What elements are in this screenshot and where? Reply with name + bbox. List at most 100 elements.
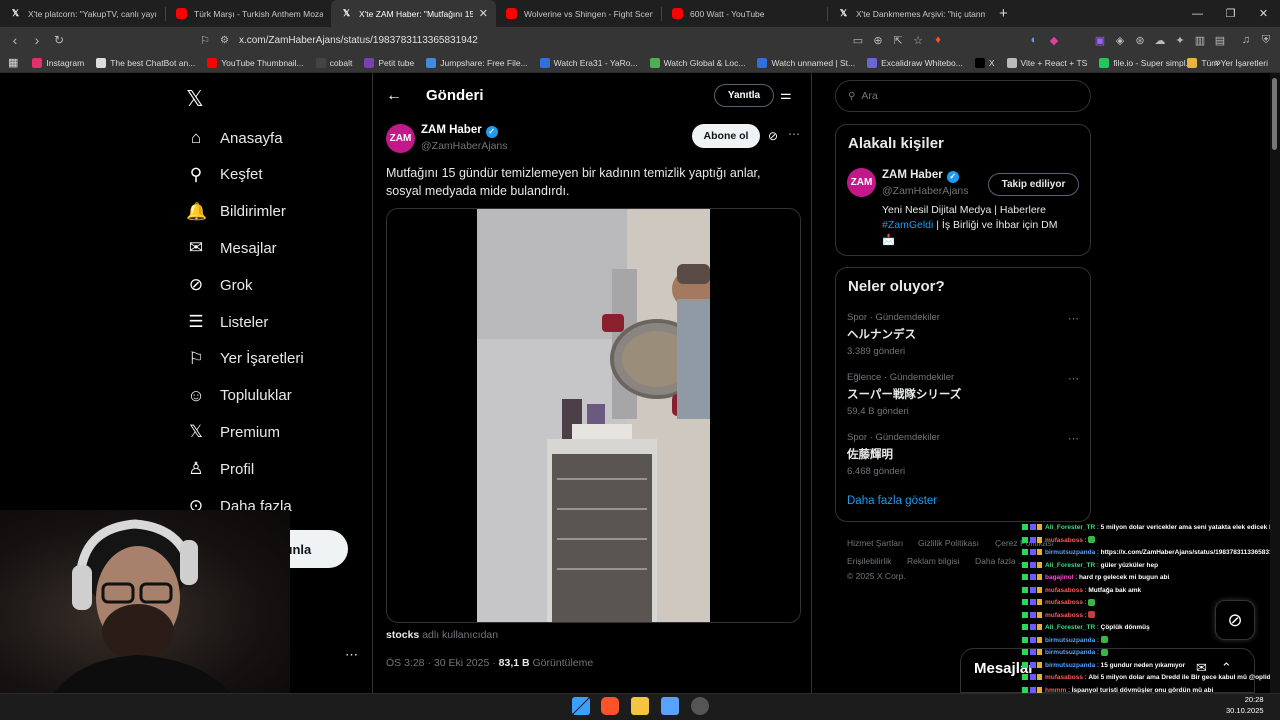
extension-icon[interactable]: ☁ bbox=[1150, 34, 1170, 47]
bookmark-item[interactable]: Petit tube bbox=[364, 57, 414, 68]
video-frame[interactable] bbox=[477, 209, 710, 622]
bookmark-item[interactable]: Excalidraw Whitebo... bbox=[867, 57, 963, 68]
extension-icon[interactable]: ⊛ bbox=[1130, 34, 1150, 47]
account-more-icon[interactable]: ⋯ bbox=[345, 647, 358, 663]
extension-icon[interactable]: ▣ bbox=[1090, 34, 1110, 47]
start-icon[interactable] bbox=[572, 697, 590, 715]
scrollbar-thumb[interactable] bbox=[1272, 78, 1277, 150]
grok-icon[interactable]: ⊘ bbox=[768, 129, 778, 143]
address-bar[interactable]: ⚙ x.com/ZamHaberAjans/status/19837831133… bbox=[220, 29, 940, 51]
brave-shield-icon[interactable]: ♦ bbox=[928, 34, 948, 46]
author-handle[interactable]: @ZamHaberAjans bbox=[421, 140, 508, 152]
back-arrow-icon[interactable]: ← bbox=[386, 87, 402, 105]
forward-icon[interactable]: › bbox=[26, 32, 48, 48]
sidebar-item-grok[interactable]: ⊘ Grok bbox=[186, 275, 253, 295]
back-icon[interactable]: ‹ bbox=[4, 32, 26, 48]
bookmark-item[interactable]: cobalt bbox=[315, 57, 352, 68]
app-taskbar-icon[interactable] bbox=[661, 697, 679, 715]
bookmark-item[interactable]: Vite + React + TS bbox=[1006, 57, 1087, 68]
vpn-icon[interactable]: ⛨ bbox=[1256, 34, 1276, 47]
sidebar-item-listeler[interactable]: ☰ Listeler bbox=[186, 312, 268, 332]
more-options-icon[interactable]: ⋯ bbox=[788, 127, 800, 141]
extension-icon[interactable]: ◐ bbox=[1024, 34, 1044, 46]
trend-item[interactable]: Eğlence · Gündemdekiler スーパー戦隊シリーズ 59,4 B … bbox=[847, 372, 1079, 417]
bookmark-item[interactable]: Watch Global & Loc... bbox=[649, 57, 745, 68]
browser-tab[interactable]: 600 Watt - YouTube bbox=[662, 0, 827, 27]
extensions-icon[interactable]: ✦ bbox=[1170, 34, 1190, 47]
trend-item[interactable]: Spor · Gündemdekiler ヘルナンデス 3.389 gönderi ⋯ bbox=[847, 312, 1079, 357]
post-video[interactable] bbox=[386, 208, 801, 623]
wallet-icon[interactable]: ▤ bbox=[1210, 34, 1230, 47]
obs-icon[interactable] bbox=[691, 697, 709, 715]
sidebar-item-topluluklar[interactable]: ☺ Topluluklar bbox=[186, 386, 291, 406]
x-logo-icon[interactable]: 𝕏 bbox=[186, 86, 204, 112]
all-bookmarks-folder[interactable]: Tüm Yer İşaretleri bbox=[1187, 57, 1268, 68]
footer-link[interactable]: Erişilebilirlik bbox=[847, 556, 891, 566]
bookmark-item[interactable]: X bbox=[974, 57, 995, 68]
show-more-link[interactable]: Daha fazla göster bbox=[847, 495, 937, 507]
hashtag-link[interactable]: #ZamGeldi bbox=[882, 219, 933, 231]
footer-link[interactable]: © 2025 X Corp. bbox=[847, 571, 906, 581]
trend-item[interactable]: Spor · Gündemdekiler 佐藤輝明 6.468 gönderi ⋯ bbox=[847, 432, 1079, 477]
zoom-icon[interactable]: ⊕ bbox=[868, 34, 888, 47]
related-avatar[interactable]: ZAM bbox=[847, 168, 876, 197]
bookmark-item[interactable]: file.io - Super simpl... bbox=[1099, 57, 1193, 68]
sidebar-item-yer-i-şaretleri[interactable]: ⚐ Yer İşaretleri bbox=[186, 349, 303, 369]
extension-icon[interactable]: ◈ bbox=[1110, 34, 1130, 47]
more-options-icon[interactable]: ⋯ bbox=[1068, 312, 1079, 325]
browser-tab[interactable]: 𝕏 X'te ZAM Haber: "Mutfağını 15" ✕ bbox=[331, 0, 496, 27]
sidebar-item-anasayfa[interactable]: ⌂ Anasayfa bbox=[186, 128, 283, 148]
search-input[interactable]: ⚲ Ara bbox=[835, 80, 1091, 112]
browser-tab[interactable]: 𝕏 X'te Dankmemes Arşivi: "hiç utanmar" bbox=[828, 0, 993, 27]
browser-tab[interactable]: Wolverine vs Shingen - Fight Scene bbox=[496, 0, 661, 27]
file-explorer-icon[interactable] bbox=[631, 697, 649, 715]
bookmark-page-icon[interactable]: ⚐ bbox=[194, 34, 216, 47]
more-options-icon[interactable]: ⋯ bbox=[1068, 432, 1079, 445]
bookmark-item[interactable]: Watch unnamed | St... bbox=[757, 57, 855, 68]
sidebar-item-profil[interactable]: ♙ Profil bbox=[186, 459, 254, 479]
related-name[interactable]: ZAM Haber ✓ bbox=[882, 169, 959, 183]
bookmark-item[interactable]: Jumpshare: Free File... bbox=[426, 57, 528, 68]
reply-button[interactable]: Yanıtla bbox=[714, 84, 774, 107]
restore-icon[interactable]: ❐ bbox=[1214, 7, 1247, 20]
post-time[interactable]: ÖS 3:28 · 30 Eki 2025 · bbox=[386, 657, 496, 669]
brave-taskbar-icon[interactable] bbox=[601, 697, 619, 715]
sidebar-item-keşfet[interactable]: ⚲ Keşfet bbox=[186, 165, 263, 185]
bookmark-item[interactable]: Instagram bbox=[32, 57, 84, 68]
sidebar-item-premium[interactable]: 𝕏 Premium bbox=[186, 422, 280, 442]
following-button[interactable]: Takip ediliyor bbox=[988, 173, 1079, 196]
star-icon[interactable]: ☆ bbox=[908, 34, 928, 47]
bookmark-item[interactable]: The best ChatBot an... bbox=[96, 57, 195, 68]
minimize-icon[interactable]: — bbox=[1181, 8, 1214, 20]
scrollbar[interactable] bbox=[1270, 73, 1280, 693]
bookmark-item[interactable]: Watch Era31 - YaRo... bbox=[539, 57, 638, 68]
music-icon[interactable]: ♫ bbox=[1236, 34, 1256, 46]
related-handle[interactable]: @ZamHaberAjans bbox=[882, 185, 969, 197]
browser-tab[interactable]: 𝕏 X'te platcorn: "YakupTV, canlı yayında" bbox=[0, 0, 165, 27]
menu-icon[interactable]: ≡ bbox=[1276, 34, 1280, 46]
footer-link[interactable]: Gizlilik Politikası bbox=[918, 538, 979, 548]
screen-icon[interactable]: ▭ bbox=[848, 34, 868, 47]
new-tab-icon[interactable]: + bbox=[999, 5, 1008, 22]
system-clock[interactable]: 20:28 30.10.2025 bbox=[1226, 694, 1264, 716]
more-options-icon[interactable]: ⋯ bbox=[1068, 372, 1079, 385]
video-source[interactable]: stocks adlı kullanıcıdan bbox=[386, 629, 498, 641]
browser-tab[interactable]: Türk Marşı - Turkish Anthem Mozart bbox=[166, 0, 331, 27]
apps-grid-icon[interactable]: ▦ bbox=[8, 56, 18, 69]
share-icon[interactable]: ⇱ bbox=[888, 34, 908, 47]
close-window-icon[interactable]: ✕ bbox=[1247, 7, 1280, 20]
reload-icon[interactable]: ↻ bbox=[48, 33, 70, 47]
extension-icon[interactable]: ◆ bbox=[1044, 34, 1064, 47]
footer-link[interactable]: Daha fazla ... bbox=[975, 556, 1025, 566]
source-user[interactable]: stocks bbox=[386, 629, 419, 641]
footer-link[interactable]: Reklam bilgisi bbox=[907, 556, 959, 566]
sidebar-toggle-icon[interactable]: ▥ bbox=[1190, 34, 1210, 47]
close-tab-icon[interactable]: ✕ bbox=[479, 7, 488, 20]
bookmark-item[interactable]: YouTube Thumbnail... bbox=[207, 57, 304, 68]
site-info-icon[interactable]: ⚙ bbox=[220, 35, 229, 46]
sliders-icon[interactable]: ⚌ bbox=[780, 87, 792, 103]
author-avatar[interactable]: ZAM bbox=[386, 124, 415, 153]
author-name[interactable]: ZAM Haber ✓ bbox=[421, 124, 498, 138]
sidebar-item-mesajlar[interactable]: ✉ Mesajlar bbox=[186, 238, 277, 258]
footer-link[interactable]: Hizmet Şartları bbox=[847, 538, 903, 548]
